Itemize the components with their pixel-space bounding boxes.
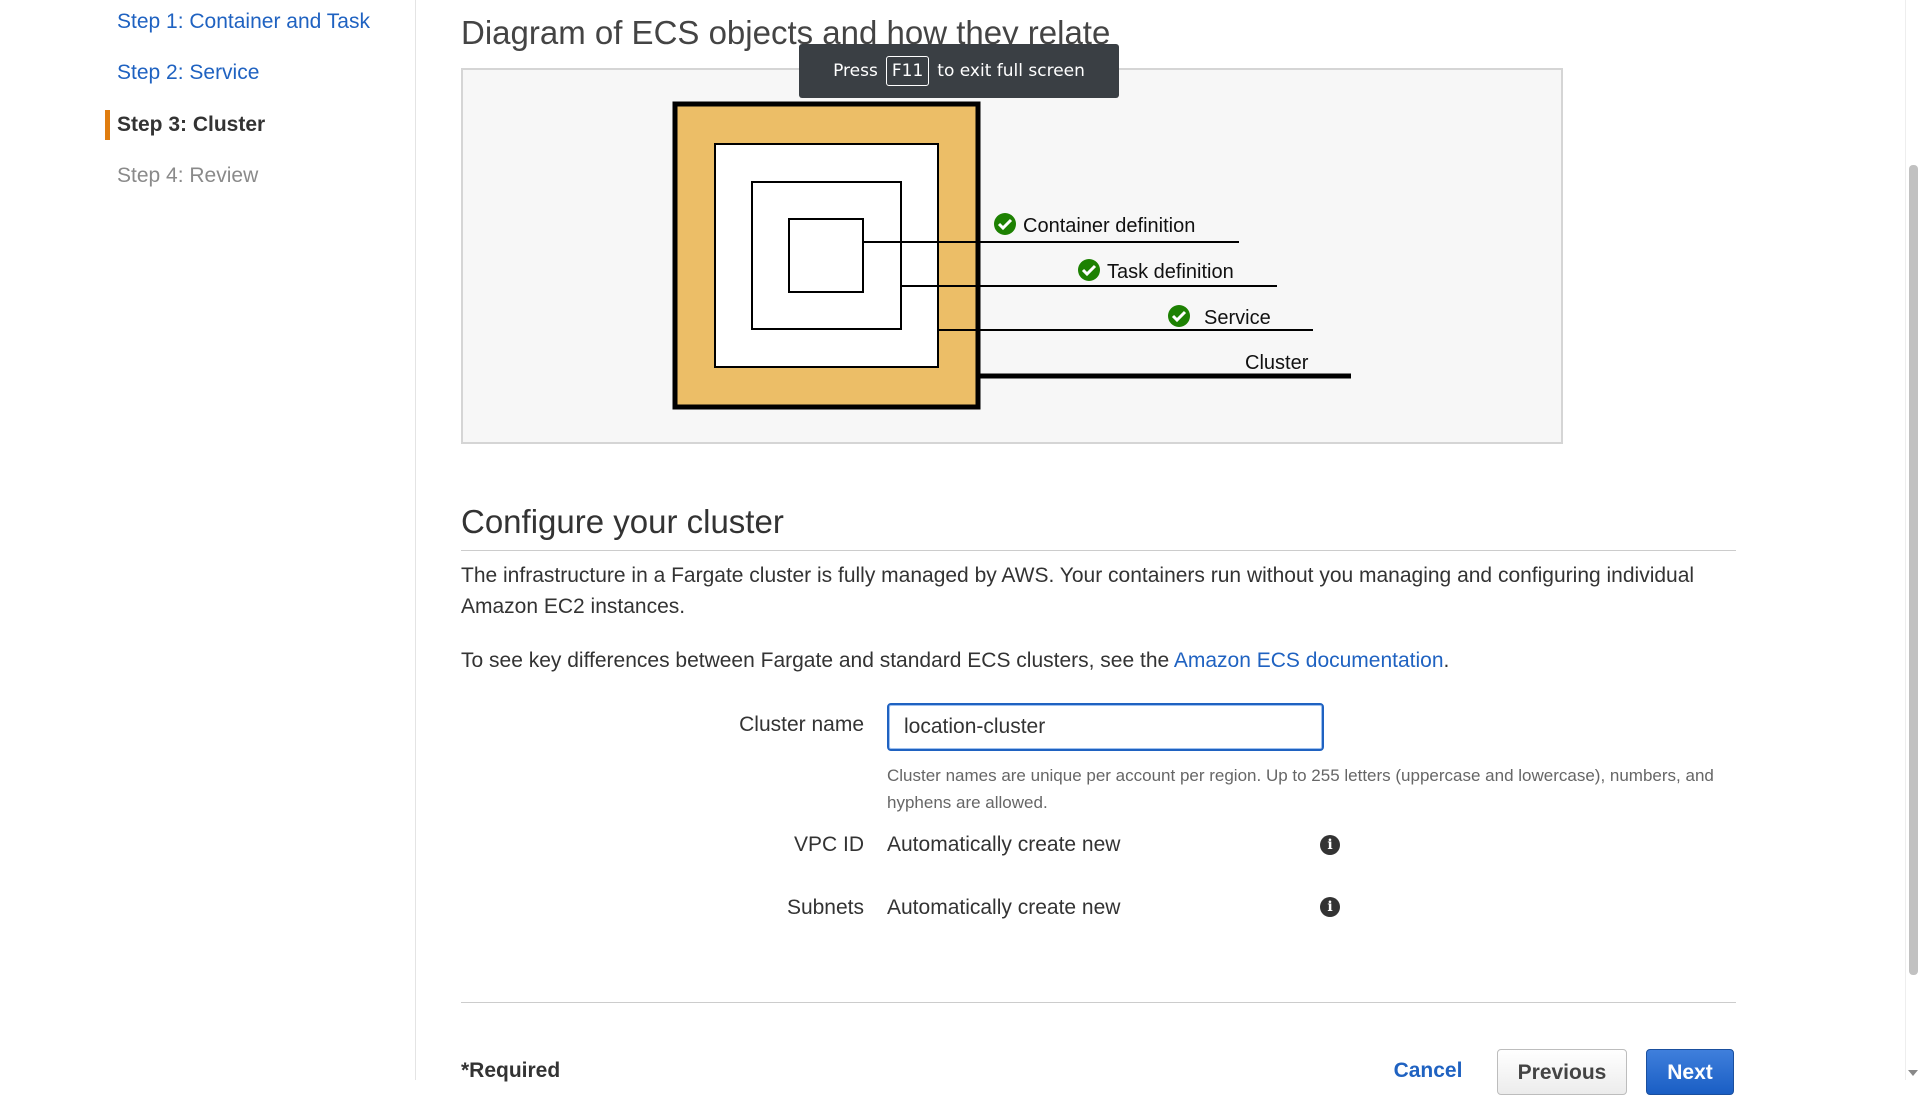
fullscreen-notice-prefix: Press [833, 61, 878, 81]
container-definition-label: Container definition [1023, 215, 1195, 237]
subnets-info-icon[interactable]: i [1320, 897, 1340, 917]
ecs-documentation-link[interactable]: Amazon ECS documentation [1174, 649, 1444, 672]
cluster-name-input[interactable] [887, 703, 1324, 751]
check-icon [994, 213, 1016, 235]
ecs-diagram-graphic: Container definition Task definition Ser… [672, 101, 1351, 410]
vpc-id-value: Automatically create new [887, 833, 1121, 856]
footer-divider [461, 1002, 1736, 1003]
container-definition-box [788, 218, 864, 293]
vertical-scrollbar[interactable] [1905, 0, 1920, 1080]
docs-paragraph: To see key differences between Fargate a… [461, 645, 1449, 676]
subnets-value: Automatically create new [887, 896, 1121, 919]
docs-prefix: To see key differences between Fargate a… [461, 649, 1174, 672]
configure-cluster-heading: Configure your cluster [461, 503, 784, 540]
check-icon [1168, 305, 1190, 327]
subnets-label: Subnets [786, 896, 864, 919]
docs-suffix: . [1443, 649, 1450, 672]
active-step-marker [105, 110, 110, 140]
ecs-diagram: Container definition Task definition Ser… [461, 68, 1563, 444]
required-note: *Required [461, 1059, 561, 1082]
cluster-label: Cluster [1245, 352, 1309, 374]
step-2-link[interactable]: Step 2: Service [117, 61, 259, 85]
scrollbar-thumb[interactable] [1909, 165, 1918, 975]
service-label: Service [1204, 307, 1271, 329]
vpc-info-icon[interactable]: i [1320, 835, 1340, 855]
scroll-down-arrow-icon[interactable] [1908, 1070, 1918, 1076]
cluster-name-hint: Cluster names are unique per account per… [887, 766, 1714, 812]
next-button[interactable]: Next [1646, 1049, 1734, 1095]
cancel-button[interactable]: Cancel [1383, 1049, 1473, 1095]
step-1-link[interactable]: Step 1: Container and Task [117, 10, 370, 34]
step-4-disabled: Step 4: Review [117, 164, 259, 187]
task-definition-label: Task definition [1107, 261, 1234, 283]
step-3-current: Step 3: Cluster [117, 113, 266, 136]
check-icon [1078, 259, 1100, 281]
fullscreen-notice-suffix: to exit full screen [937, 61, 1085, 81]
section-divider [461, 550, 1736, 551]
wizard-sidebar: Step 1: Container and Task Step 2: Servi… [0, 0, 416, 1080]
cluster-name-label: Cluster name [739, 713, 864, 736]
previous-button[interactable]: Previous [1497, 1049, 1627, 1095]
fullscreen-notice: Press F11 to exit full screen [799, 44, 1119, 98]
f11-key: F11 [885, 56, 930, 86]
cluster-description: The infrastructure in a Fargate cluster … [461, 564, 1695, 618]
vpc-id-label: VPC ID [793, 833, 864, 856]
